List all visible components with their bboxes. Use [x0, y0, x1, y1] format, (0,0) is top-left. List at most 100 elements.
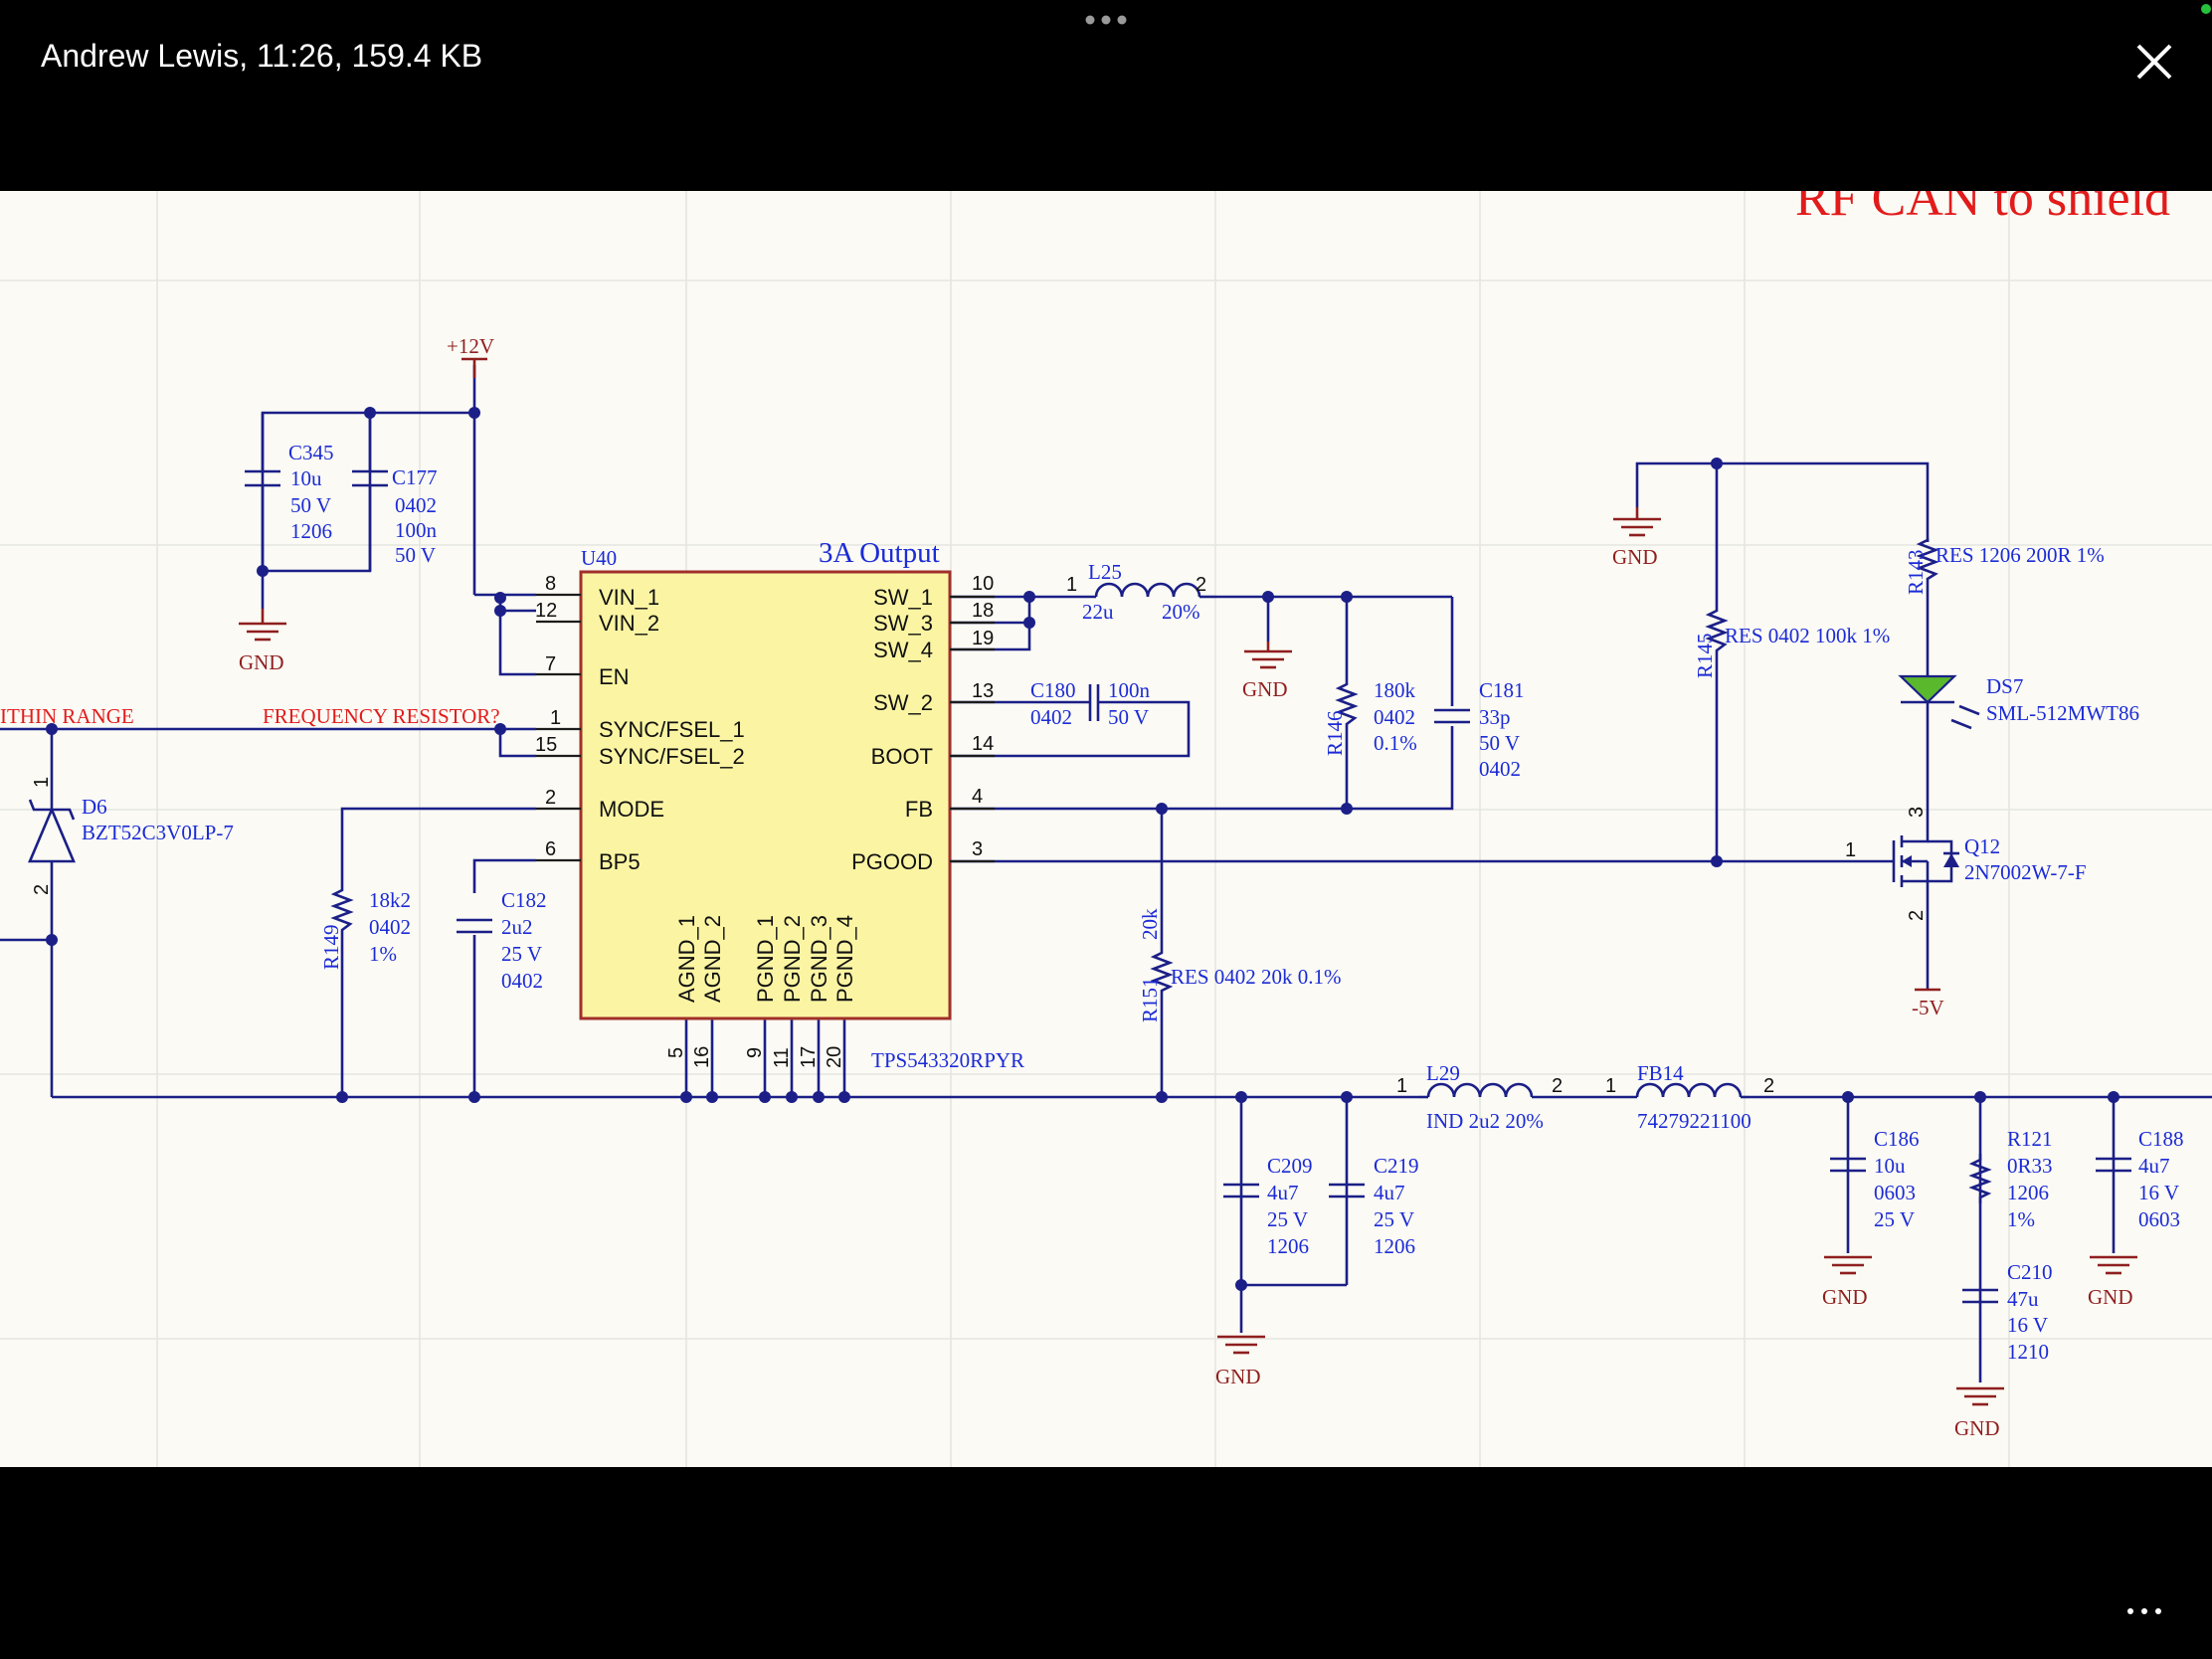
- svg-text:R151: R151: [1138, 977, 1162, 1022]
- svg-text:0402: 0402: [1374, 705, 1415, 729]
- top-bar: Andrew Lewis, 11:26, 159.4 KB: [0, 0, 2212, 191]
- svg-text:C345: C345: [288, 441, 334, 464]
- svg-text:2: 2: [1196, 574, 1206, 596]
- ferrite-fb14[interactable]: 1 2 FB14 74279221100: [1599, 1061, 1774, 1133]
- svg-text:3: 3: [972, 838, 983, 860]
- recording-indicator: [2201, 4, 2211, 14]
- svg-text:PGOOD: PGOOD: [851, 849, 933, 874]
- svg-text:25 V: 25 V: [1374, 1207, 1414, 1231]
- svg-text:1: 1: [1845, 839, 1856, 861]
- svg-text:33p: 33p: [1479, 705, 1511, 729]
- svg-text:74279221100: 74279221100: [1637, 1109, 1751, 1133]
- note-within-range: ITHIN RANGE: [0, 704, 134, 728]
- svg-text:C177: C177: [392, 465, 438, 489]
- resistor-r145[interactable]: R145 RES 0402 100k 1%: [1693, 605, 1890, 678]
- close-icon[interactable]: [2130, 38, 2178, 86]
- capacitor-c188[interactable]: C188 4u7 16 V 0603: [2096, 1127, 2184, 1231]
- capacitor-c186[interactable]: C186 10u 0603 25 V: [1830, 1127, 1920, 1231]
- capacitor-c210[interactable]: C210 47u 16 V 1210: [1962, 1260, 2053, 1364]
- capacitor-c180[interactable]: C180 0402 100n 50 V: [1030, 678, 1151, 729]
- svg-text:1206: 1206: [290, 519, 332, 543]
- svg-text:22u: 22u: [1082, 600, 1114, 624]
- svg-text:0R33: 0R33: [2007, 1154, 2053, 1178]
- schematic-sheet[interactable]: RF CAN to shield +12V GND GND GND -5V GN…: [0, 191, 2212, 1467]
- svg-text:VIN_2: VIN_2: [599, 611, 659, 636]
- svg-text:BP5: BP5: [599, 849, 641, 874]
- svg-text:3: 3: [1906, 807, 1928, 818]
- resistor-r149[interactable]: R149 18k2 0402 1%: [319, 880, 411, 970]
- svg-text:C180: C180: [1030, 678, 1076, 702]
- svg-text:SW_3: SW_3: [873, 611, 933, 636]
- svg-text:1: 1: [550, 707, 561, 729]
- svg-text:11: 11: [771, 1047, 793, 1068]
- schematic-viewer[interactable]: RF CAN to shield +12V GND GND GND -5V GN…: [0, 191, 2212, 1467]
- svg-text:PGND_3: PGND_3: [807, 915, 831, 1003]
- svg-text:FB14: FB14: [1637, 1061, 1684, 1085]
- mosfet-q12[interactable]: 1 3 2 Q12 2N7002W-7-F: [1845, 807, 2087, 921]
- ic-u40[interactable]: U40 3A Output TPS543320RPYR 8 12 7 1 15 …: [535, 537, 1024, 1072]
- inductor-l25[interactable]: 1 2 L25 22u 20%: [1066, 560, 1215, 624]
- sheet-grid: [0, 191, 2212, 1467]
- svg-text:GND: GND: [1612, 545, 1658, 569]
- svg-text:25 V: 25 V: [1874, 1207, 1915, 1231]
- svg-text:4u7: 4u7: [1374, 1181, 1405, 1204]
- svg-text:0603: 0603: [2138, 1207, 2180, 1231]
- svg-text:1: 1: [1066, 574, 1077, 596]
- svg-text:0402: 0402: [501, 969, 543, 993]
- svg-text:16 V: 16 V: [2138, 1181, 2179, 1204]
- more-horizontal-icon[interactable]: [1082, 6, 1130, 34]
- svg-text:2: 2: [1763, 1075, 1774, 1097]
- svg-text:2: 2: [1552, 1075, 1563, 1097]
- svg-text:1%: 1%: [369, 942, 397, 966]
- svg-text:1: 1: [1396, 1075, 1407, 1097]
- resistor-r146[interactable]: R146 180k 0402 0.1%: [1323, 676, 1417, 756]
- svg-text:2: 2: [545, 787, 556, 809]
- resistor-r151[interactable]: R151 20k RES 0402 20k 0.1%: [1138, 908, 1342, 1022]
- capacitor-c345[interactable]: C345 10u 50 V 1206: [245, 413, 334, 571]
- resistor-r143[interactable]: R143 RES 1206 200R 1%: [1904, 537, 2105, 595]
- svg-text:19: 19: [972, 628, 994, 649]
- svg-text:13: 13: [972, 680, 994, 702]
- svg-text:17: 17: [798, 1046, 820, 1068]
- capacitor-c182[interactable]: C182 2u2 25 V 0402: [457, 888, 547, 993]
- svg-text:1206: 1206: [2007, 1181, 2049, 1204]
- svg-text:SYNC/FSEL_1: SYNC/FSEL_1: [599, 717, 745, 742]
- svg-text:4u7: 4u7: [2138, 1154, 2170, 1178]
- svg-text:VIN_1: VIN_1: [599, 585, 659, 610]
- svg-text:20%: 20%: [1162, 600, 1200, 624]
- more-options-icon[interactable]: [2124, 1601, 2164, 1621]
- resistor-r121[interactable]: R121 0R33 1206 1%: [1968, 1127, 2053, 1231]
- diode-d6[interactable]: 1 2 D6 BZT52C3V0LP-7: [28, 764, 234, 895]
- capacitor-c177[interactable]: C177 0402 100n 50 V: [352, 413, 438, 571]
- svg-text:C181: C181: [1479, 678, 1525, 702]
- svg-text:0402: 0402: [395, 493, 437, 517]
- svg-text:RES 1206 200R 1%: RES 1206 200R 1%: [1936, 543, 2105, 567]
- svg-text:20: 20: [824, 1046, 845, 1068]
- svg-text:PGND_4: PGND_4: [832, 915, 857, 1003]
- svg-text:50 V: 50 V: [1108, 705, 1149, 729]
- svg-text:0603: 0603: [1874, 1181, 1916, 1204]
- svg-text:15: 15: [535, 734, 557, 756]
- svg-text:2N7002W-7-F: 2N7002W-7-F: [1964, 860, 2087, 884]
- svg-text:25 V: 25 V: [501, 942, 542, 966]
- capacitor-c219[interactable]: C219 4u7 25 V 1206: [1329, 1154, 1419, 1258]
- svg-text:BOOT: BOOT: [871, 744, 933, 769]
- svg-text:16 V: 16 V: [2007, 1313, 2048, 1337]
- svg-text:18: 18: [972, 600, 994, 622]
- svg-text:10u: 10u: [290, 466, 322, 490]
- neg5v-symbol: -5V: [1912, 988, 1944, 1019]
- svg-text:R149: R149: [319, 924, 343, 970]
- svg-text:20k: 20k: [1138, 908, 1162, 940]
- header-note: RF CAN to shield: [1795, 191, 2170, 227]
- svg-text:10u: 10u: [1874, 1154, 1906, 1178]
- svg-text:RES 0402 100k 1%: RES 0402 100k 1%: [1725, 624, 1890, 647]
- bottom-bar: [0, 1467, 2212, 1659]
- svg-text:14: 14: [972, 733, 994, 755]
- gnd-symbol-sw: GND: [1242, 642, 1292, 701]
- gnd-symbol-c345: GND: [239, 609, 286, 674]
- svg-text:-5V: -5V: [1912, 996, 1944, 1019]
- led-ds7[interactable]: DS7 SML-512MWT86: [1898, 674, 2139, 730]
- capacitor-c209[interactable]: C209 4u7 25 V 1206: [1223, 1154, 1313, 1258]
- svg-text:AGND_1: AGND_1: [674, 915, 699, 1003]
- svg-text:FB: FB: [905, 797, 933, 822]
